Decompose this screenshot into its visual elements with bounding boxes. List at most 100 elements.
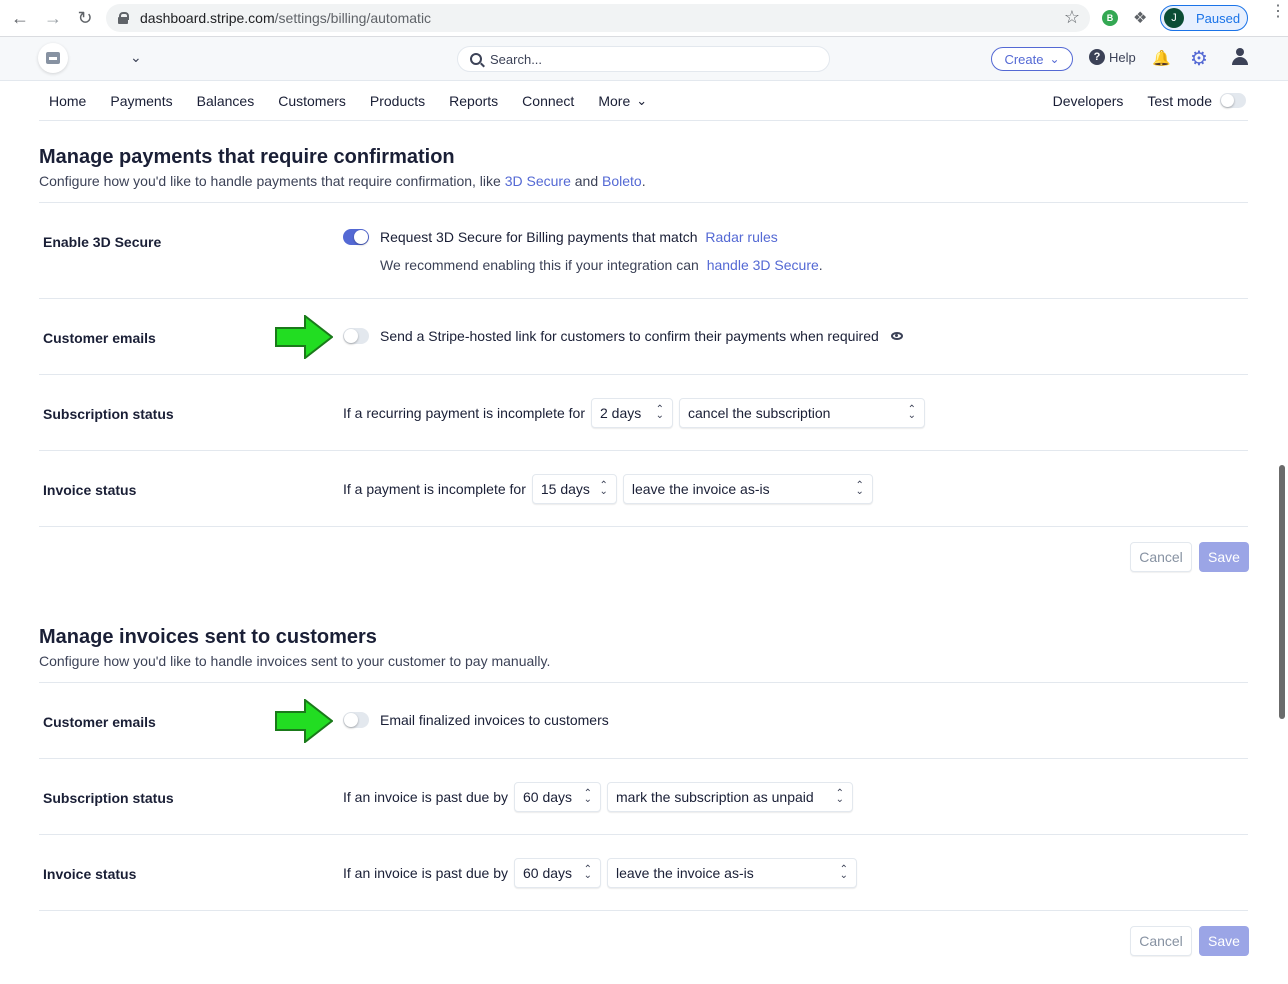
browser-toolbar: ← → ↻ dashboard.stripe.com/settings/bill…: [0, 0, 1288, 37]
divider: [39, 526, 1248, 527]
row-invoice-status-invoices: Invoice status If an invoice is past due…: [39, 834, 1248, 910]
action-select[interactable]: mark the subscription as unpaid ⌃ ⌄: [607, 782, 853, 812]
days-select[interactable]: 15 days ⌃ ⌄: [531, 474, 617, 504]
chevron-down-icon: ⌄: [636, 92, 648, 108]
action-select[interactable]: leave the invoice as-is ⌃ ⌄: [622, 474, 873, 504]
url-path: /settings/billing/automatic: [274, 10, 432, 26]
desc-text: .: [641, 173, 646, 189]
account-switcher-chevron-icon[interactable]: ⌄: [130, 49, 142, 66]
email-invoices-toggle[interactable]: [343, 712, 369, 728]
forward-icon[interactable]: →: [42, 7, 64, 29]
select-value: cancel the subscription: [688, 405, 831, 421]
create-button[interactable]: Create ⌄: [991, 47, 1073, 71]
updown-chevron-icon: ⌃ ⌄: [583, 864, 592, 881]
rule-text: If a payment is incomplete for: [343, 481, 526, 497]
browser-menu-icon[interactable]: ⋮: [1270, 4, 1286, 20]
cancel-button[interactable]: Cancel: [1130, 542, 1192, 572]
row-control: If a payment is incomplete for 15 days ⌃ ⌄…: [343, 474, 873, 504]
save-button[interactable]: Save: [1199, 926, 1249, 956]
bookmark-star-icon[interactable]: ☆: [1064, 7, 1080, 28]
rule-text: If an invoice is past due by: [343, 789, 508, 805]
profile-button[interactable]: J Paused: [1160, 5, 1248, 31]
link-3d-secure[interactable]: 3D Secure: [505, 173, 571, 189]
row-invoice-status-payments: Invoice status If a payment is incomplet…: [39, 450, 1248, 526]
nav-more-label: More: [598, 92, 631, 109]
nav-customers[interactable]: Customers: [278, 93, 346, 109]
section-desc-confirmation: Configure how you'd like to handle payme…: [39, 173, 646, 189]
help-icon: ?: [1089, 49, 1105, 65]
nav-balances[interactable]: Balances: [197, 93, 255, 109]
link-handle-3d-secure[interactable]: handle 3D Secure: [707, 257, 819, 273]
nav-home[interactable]: Home: [49, 93, 86, 109]
create-label: Create: [1004, 51, 1044, 67]
row-subscription-status-invoices: Subscription status If an invoice is pas…: [39, 758, 1248, 834]
row-label: Invoice status: [43, 866, 137, 882]
select-value: leave the invoice as-is: [631, 481, 770, 497]
select-value: leave the invoice as-is: [616, 865, 754, 881]
row-control: If a recurring payment is incomplete for…: [343, 398, 925, 428]
annotation-arrow-icon: [275, 699, 333, 743]
select-value: 60 days: [523, 865, 573, 881]
nav-developers[interactable]: Developers: [1053, 93, 1124, 109]
extension-b-icon[interactable]: B: [1102, 10, 1118, 26]
enable-3d-secure-toggle[interactable]: [343, 229, 369, 245]
section-title-confirmation: Manage payments that require confirmatio…: [39, 146, 455, 168]
rule-text: If a recurring payment is incomplete for: [343, 405, 585, 421]
select-value: mark the subscription as unpaid: [616, 789, 814, 805]
nav-products[interactable]: Products: [370, 93, 425, 109]
link-radar-rules[interactable]: Radar rules: [705, 229, 777, 245]
sub-text: We recommend enabling this if your integ…: [380, 257, 699, 273]
row-control: Email finalized invoices to customers: [343, 712, 609, 728]
search-icon: [470, 53, 482, 65]
row-label: Subscription status: [43, 406, 174, 422]
account-logo[interactable]: [38, 43, 68, 73]
toggle-text: Send a Stripe-hosted link for customers …: [380, 328, 879, 344]
cancel-button[interactable]: Cancel: [1130, 926, 1192, 956]
days-select[interactable]: 60 days ⌃ ⌄: [514, 858, 601, 888]
row-control: If an invoice is past due by 60 days ⌃ ⌄ m…: [343, 782, 853, 812]
row-label: Customer emails: [43, 714, 156, 730]
address-bar[interactable]: dashboard.stripe.com/settings/billing/au…: [106, 4, 1090, 32]
row-control: Request 3D Secure for Billing payments t…: [343, 229, 778, 245]
nav-payments[interactable]: Payments: [110, 93, 172, 109]
nav-connect[interactable]: Connect: [522, 93, 574, 109]
updown-chevron-icon: ⌃ ⌄: [583, 788, 592, 805]
preview-eye-icon[interactable]: [890, 332, 903, 340]
action-select[interactable]: leave the invoice as-is ⌃ ⌄: [607, 858, 857, 888]
store-icon: [46, 52, 60, 64]
row-control: Send a Stripe-hosted link for customers …: [343, 328, 903, 344]
save-button[interactable]: Save: [1199, 542, 1249, 572]
nav-reports[interactable]: Reports: [449, 93, 498, 109]
select-value: 60 days: [523, 789, 573, 805]
customer-emails-toggle[interactable]: [343, 328, 369, 344]
extensions-puzzle-icon[interactable]: ❖: [1133, 8, 1147, 28]
page-scrollbar[interactable]: [1279, 465, 1285, 719]
back-icon[interactable]: ←: [9, 7, 31, 29]
primary-nav: Home Payments Balances Customers Product…: [39, 81, 1248, 121]
nav-more[interactable]: More ⌄: [598, 93, 647, 109]
updown-chevron-icon: ⌃ ⌄: [907, 404, 916, 421]
rule-text: If an invoice is past due by: [343, 865, 508, 881]
row-label: Subscription status: [43, 790, 174, 806]
notifications-bell-icon[interactable]: 🔔: [1152, 49, 1171, 67]
updown-chevron-icon: ⌃ ⌄: [599, 480, 608, 497]
profile-avatar: J: [1164, 8, 1184, 28]
test-mode-label: Test mode: [1147, 92, 1212, 109]
days-select[interactable]: 60 days ⌃ ⌄: [514, 782, 601, 812]
row-subtext: We recommend enabling this if your integ…: [380, 257, 823, 273]
toggle-text: Request 3D Secure for Billing payments t…: [380, 229, 698, 245]
link-boleto[interactable]: Boleto: [602, 173, 642, 189]
help-button[interactable]: ? Help: [1089, 49, 1136, 65]
user-profile-icon[interactable]: [1231, 48, 1249, 66]
action-select[interactable]: cancel the subscription ⌃ ⌄: [679, 398, 925, 428]
settings-gear-icon[interactable]: ⚙: [1190, 46, 1208, 71]
days-select[interactable]: 2 days ⌃ ⌄: [591, 398, 673, 428]
reload-icon[interactable]: ↻: [74, 7, 96, 29]
lock-icon: [118, 12, 129, 24]
test-mode-toggle[interactable]: [1220, 93, 1246, 108]
updown-chevron-icon: ⌃ ⌄: [839, 864, 848, 881]
url-host: dashboard.stripe.com: [140, 10, 275, 26]
search-input[interactable]: Search...: [457, 46, 830, 72]
annotation-arrow-icon: [275, 315, 333, 359]
row-enable-3d-secure: Enable 3D Secure Request 3D Secure for B…: [39, 202, 1248, 298]
